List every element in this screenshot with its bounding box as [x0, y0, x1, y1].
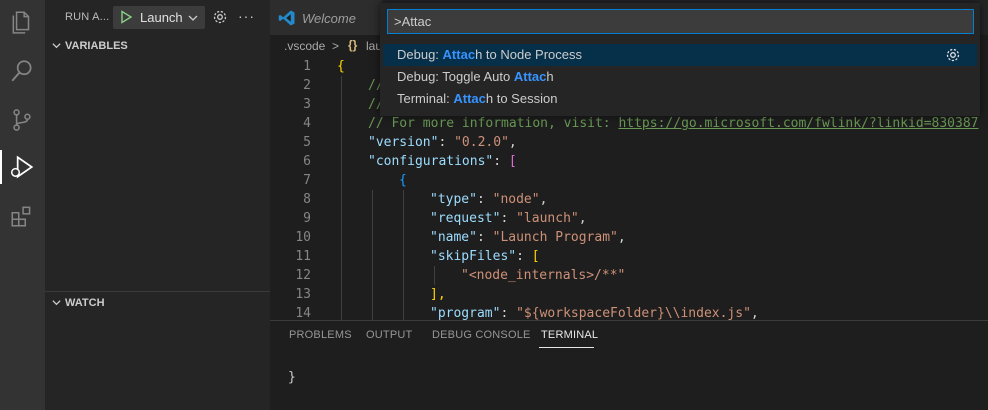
code-line: 11 "skipFiles": [: [270, 247, 988, 266]
search-icon[interactable]: [8, 57, 36, 85]
source-control-icon[interactable]: [8, 106, 36, 134]
line-number: 9: [303, 211, 311, 226]
code-line: 4 // For more information, visit: https:/…: [270, 114, 988, 133]
palette-item-attach-session[interactable]: Terminal: Attach to Session: [383, 88, 977, 110]
line-number: 8: [303, 192, 311, 207]
more-actions-icon[interactable]: ···: [238, 8, 255, 24]
run-debug-icon[interactable]: [8, 153, 36, 181]
line-number: 10: [295, 230, 311, 245]
line-number: 1: [303, 59, 311, 74]
active-indicator: [0, 150, 2, 184]
line-number: 13: [295, 287, 311, 302]
item-text: Debug:: [397, 47, 443, 62]
code-text: ],: [430, 287, 446, 302]
code-line: 13],: [270, 285, 988, 304]
code-line: 5 "version": "0.2.0",: [270, 133, 988, 152]
chevron-down-icon: [52, 300, 61, 306]
sidebar-title: RUN A...: [65, 11, 110, 23]
code-line: 8 "type": "node",: [270, 190, 988, 209]
item-text: Debug: Toggle Auto: [397, 69, 514, 84]
command-palette-input[interactable]: [387, 9, 974, 34]
line-number: 12: [295, 268, 311, 283]
activity-bar: [0, 0, 45, 410]
item-text: h: [546, 69, 554, 84]
code-string: "Launch Program": [492, 230, 618, 245]
launch-config-label: Launch: [140, 10, 183, 25]
code-key: "name": [430, 230, 477, 245]
watch-section-header[interactable]: WATCH: [45, 291, 270, 313]
code-string: "node": [492, 192, 540, 207]
code-key: "version": [368, 135, 439, 150]
code-line: 14 "program": "${workspaceFolder}\\index.…: [270, 304, 988, 320]
breadcrumb-separator: >: [332, 39, 340, 53]
match-highlight: Attac: [442, 47, 476, 62]
line-number: 7: [303, 173, 311, 188]
chevron-down-icon: [52, 43, 61, 49]
line-number: 14: [295, 306, 311, 320]
code-text: {: [337, 59, 345, 74]
tab-terminal[interactable]: TERMINAL: [541, 329, 598, 341]
line-number: 5: [303, 135, 311, 150]
code-line: 6 "configurations": [: [270, 152, 988, 171]
code-text: {: [399, 173, 407, 188]
code-string: "<node_internals>/**": [461, 268, 626, 283]
chevron-down-icon: [188, 15, 198, 21]
launch-config-dropdown[interactable]: Launch: [113, 6, 205, 29]
line-number: 4: [303, 116, 311, 131]
line-number: 11: [295, 249, 311, 264]
code-key: "skipFiles": [430, 249, 517, 264]
code-link[interactable]: https://go.microsoft.com/fwlink/?linkid=…: [618, 116, 978, 131]
code-key: "request": [430, 211, 501, 226]
vscode-icon: [278, 10, 295, 26]
code-key: "configurations": [368, 154, 494, 169]
code-line: 12 "<node_internals>/**": [270, 266, 988, 285]
line-number: 3: [303, 97, 311, 112]
item-text: h to Session: [485, 91, 558, 106]
gear-icon[interactable]: [212, 9, 228, 25]
variables-label: VARIABLES: [65, 40, 128, 52]
line-number: 6: [303, 154, 311, 169]
tab-welcome[interactable]: Welcome: [270, 0, 382, 35]
watch-label: WATCH: [65, 297, 105, 309]
code-string: "0.2.0": [454, 135, 509, 150]
match-highlight: Attac: [513, 69, 547, 84]
match-highlight: Attac: [453, 91, 486, 106]
play-icon[interactable]: [118, 9, 134, 25]
item-text: h to Node Process: [475, 47, 583, 62]
code-key: "type": [430, 192, 477, 207]
code-string: "${workspaceFolder}\\index.js": [516, 306, 751, 320]
code-line: 10 "name": "Launch Program",: [270, 228, 988, 247]
terminal-output[interactable]: }: [288, 370, 296, 385]
palette-item-toggle-auto-attach[interactable]: Debug: Toggle Auto Attach: [383, 66, 977, 88]
code-key: "program": [430, 306, 501, 320]
gear-icon[interactable]: [945, 47, 961, 63]
item-text: Terminal:: [397, 91, 454, 106]
variables-section-header[interactable]: VARIABLES: [45, 35, 270, 57]
tab-output[interactable]: OUTPUT: [366, 329, 412, 341]
tab-label: Welcome: [302, 11, 356, 26]
breadcrumb-folder[interactable]: .vscode: [284, 39, 325, 53]
active-tab-underline: [539, 347, 594, 348]
code-line: 7{: [270, 171, 988, 190]
sidebar: RUN A... Launch ··· VARIABLES WATCH: [45, 0, 270, 410]
extensions-icon[interactable]: [8, 202, 36, 230]
code-comment: // For more information, visit:: [368, 116, 619, 131]
code-bracket: [: [508, 154, 517, 169]
code-line: 9 "request": "launch",: [270, 209, 988, 228]
tab-debug-console[interactable]: DEBUG CONSOLE: [432, 329, 531, 341]
palette-item-attach-node[interactable]: Debug: Attach to Node Process: [383, 44, 977, 66]
bottom-panel: PROBLEMS OUTPUT DEBUG CONSOLE TERMINAL }: [270, 320, 988, 410]
tab-problems[interactable]: PROBLEMS: [289, 329, 352, 341]
code-bracket: [: [531, 249, 540, 264]
code-string: "launch": [516, 211, 579, 226]
explorer-icon[interactable]: [8, 8, 36, 36]
line-number: 2: [303, 78, 311, 93]
command-palette: Debug: Attach to Node Process Debug: Tog…: [380, 3, 980, 116]
sidebar-header: RUN A... Launch ···: [45, 0, 270, 34]
json-file-icon: {}: [348, 38, 358, 52]
